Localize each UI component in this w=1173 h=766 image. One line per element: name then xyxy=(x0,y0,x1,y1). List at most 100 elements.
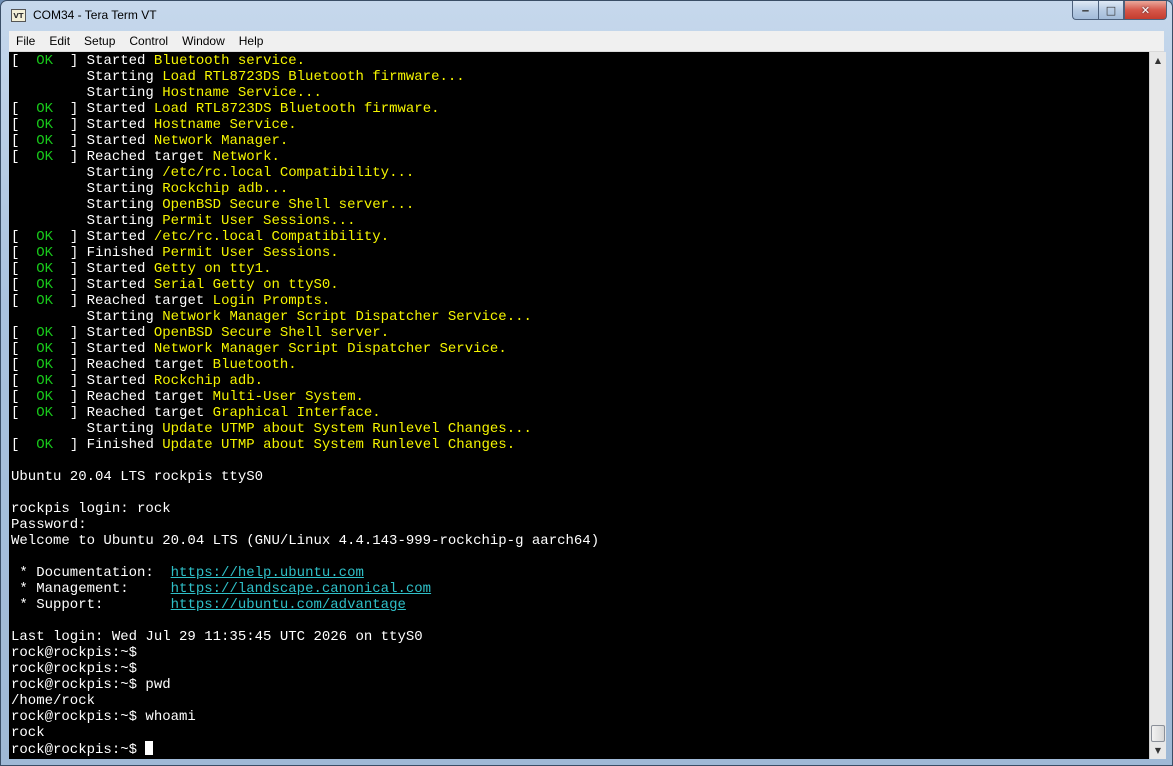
terminal-line: Starting Rockchip adb... xyxy=(11,181,599,197)
menu-help[interactable]: Help xyxy=(232,34,271,48)
terminal-text: Starting xyxy=(11,421,163,437)
unit-name: Serial Getty on ttyS0. xyxy=(153,277,339,293)
terminal-text: rock@rockpis:~$ xyxy=(11,645,138,661)
terminal-text: rock@rockpis:~$ xyxy=(11,661,138,677)
terminal-text: rock@rockpis:~$ pwd xyxy=(11,677,171,693)
status-ok: OK xyxy=(36,437,54,453)
status-ok: OK xyxy=(36,293,54,309)
unit-name: Rockchip adb. xyxy=(153,373,264,389)
status-ok: OK xyxy=(36,405,54,421)
scroll-up-icon[interactable]: ▲ xyxy=(1150,52,1166,69)
terminal-line: [ OK ] Started Network Manager Script Di… xyxy=(11,341,599,357)
terminal-line: /home/rock xyxy=(11,693,599,709)
unit-name: Bluetooth service. xyxy=(153,53,306,69)
url-link[interactable]: https://ubuntu.com/advantage xyxy=(171,597,406,613)
minimize-button[interactable]: ‒ xyxy=(1072,1,1098,20)
terminal-text: [ xyxy=(11,389,37,405)
terminal-line: [ OK ] Reached target Bluetooth. xyxy=(11,357,599,373)
terminal-line: [ OK ] Started Bluetooth service. xyxy=(11,53,599,69)
maximize-button[interactable]: □ xyxy=(1098,1,1124,20)
scroll-down-icon[interactable]: ▼ xyxy=(1150,742,1166,759)
terminal-line: Password: xyxy=(11,517,599,533)
unit-name: Hostname Service... xyxy=(162,85,322,101)
terminal-line: rock xyxy=(11,725,599,741)
terminal-line: [ OK ] Started Load RTL8723DS Bluetooth … xyxy=(11,101,599,117)
terminal-text: [ xyxy=(11,261,37,277)
terminal-text: Starting xyxy=(11,85,163,101)
close-button[interactable]: ✕ xyxy=(1124,1,1167,20)
status-ok: OK xyxy=(36,341,54,357)
teraterm-app-icon[interactable]: VT xyxy=(11,9,26,22)
unit-name: Network Manager. xyxy=(153,133,289,149)
unit-name: Network Manager Script Dispatcher Servic… xyxy=(162,309,532,325)
url-link[interactable]: https://landscape.canonical.com xyxy=(171,581,431,597)
unit-name: /etc/rc.local Compatibility... xyxy=(162,165,415,181)
terminal-text: Password: xyxy=(11,517,87,533)
terminal-line: Starting Permit User Sessions... xyxy=(11,213,599,229)
terminal-line: Starting Network Manager Script Dispatch… xyxy=(11,309,599,325)
terminal-text: Starting xyxy=(11,69,163,85)
unit-name: Hostname Service. xyxy=(153,117,297,133)
menu-setup[interactable]: Setup xyxy=(77,34,122,48)
terminal-text: ] Finished xyxy=(53,437,163,453)
unit-name: Getty on tty1. xyxy=(153,261,272,277)
menu-file[interactable]: File xyxy=(9,34,42,48)
terminal-text: [ xyxy=(11,325,37,341)
terminal-line: [ OK ] Started OpenBSD Secure Shell serv… xyxy=(11,325,599,341)
status-ok: OK xyxy=(36,245,54,261)
status-ok: OK xyxy=(36,261,54,277)
unit-name: Graphical Interface. xyxy=(212,405,381,421)
status-ok: OK xyxy=(36,277,54,293)
terminal-screen[interactable]: [ OK ] Started Bluetooth service. Starti… xyxy=(9,52,1149,759)
terminal-line: rock@rockpis:~$ xyxy=(11,661,599,677)
terminal-line: rock@rockpis:~$ whoami xyxy=(11,709,599,725)
terminal-line: rock@rockpis:~$ xyxy=(11,741,599,758)
terminal-text: [ xyxy=(11,277,37,293)
menu-control[interactable]: Control xyxy=(122,34,175,48)
menu-edit[interactable]: Edit xyxy=(42,34,77,48)
terminal-output: [ OK ] Started Bluetooth service. Starti… xyxy=(11,53,599,758)
terminal-text: Starting xyxy=(11,197,163,213)
terminal-text: [ xyxy=(11,53,37,69)
title-bar[interactable]: VT COM34 - Tera Term VT ‒ □ ✕ xyxy=(1,1,1172,31)
unit-name: OpenBSD Secure Shell server. xyxy=(153,325,390,341)
terminal-text: Starting xyxy=(11,309,163,325)
terminal-text: ] Started xyxy=(53,373,154,389)
terminal-text: * Documentation: xyxy=(11,565,171,581)
unit-name: Update UTMP about System Runlevel Change… xyxy=(162,437,516,453)
terminal-line: [ OK ] Finished Update UTMP about System… xyxy=(11,437,599,453)
terminal-text: * Support: xyxy=(11,597,171,613)
terminal-text: [ xyxy=(11,101,37,117)
terminal-line: Starting Hostname Service... xyxy=(11,85,599,101)
terminal-text: ] Reached target xyxy=(53,405,213,421)
terminal-line: * Documentation: https://help.ubuntu.com xyxy=(11,565,599,581)
menu-window[interactable]: Window xyxy=(175,34,232,48)
vertical-scrollbar[interactable]: ▲ ▼ xyxy=(1149,52,1166,759)
status-ok: OK xyxy=(36,101,54,117)
terminal-line: [ OK ] Started Getty on tty1. xyxy=(11,261,599,277)
status-ok: OK xyxy=(36,53,54,69)
status-ok: OK xyxy=(36,325,54,341)
terminal-text: * Management: xyxy=(11,581,171,597)
unit-name: /etc/rc.local Compatibility. xyxy=(153,229,390,245)
terminal-line: [ OK ] Reached target Graphical Interfac… xyxy=(11,405,599,421)
terminal-text: /home/rock xyxy=(11,693,96,709)
status-ok: OK xyxy=(36,117,54,133)
status-ok: OK xyxy=(36,149,54,165)
terminal-line: [ OK ] Started Network Manager. xyxy=(11,133,599,149)
scrollbar-thumb[interactable] xyxy=(1151,725,1165,742)
terminal-text: Last login: Wed Jul 29 11:35:45 UTC 2026… xyxy=(11,629,423,645)
url-link[interactable]: https://help.ubuntu.com xyxy=(171,565,364,581)
terminal-line: Starting Update UTMP about System Runlev… xyxy=(11,421,599,437)
terminal-text: Starting xyxy=(11,181,163,197)
terminal-text: [ xyxy=(11,229,37,245)
terminal-line: Last login: Wed Jul 29 11:35:45 UTC 2026… xyxy=(11,629,599,645)
terminal-text: rock@rockpis:~$ whoami xyxy=(11,709,196,725)
terminal-line: [ OK ] Reached target Login Prompts. xyxy=(11,293,599,309)
unit-name: Network. xyxy=(212,149,280,165)
terminal-line: [ OK ] Started /etc/rc.local Compatibili… xyxy=(11,229,599,245)
unit-name: Load RTL8723DS Bluetooth firmware. xyxy=(153,101,440,117)
